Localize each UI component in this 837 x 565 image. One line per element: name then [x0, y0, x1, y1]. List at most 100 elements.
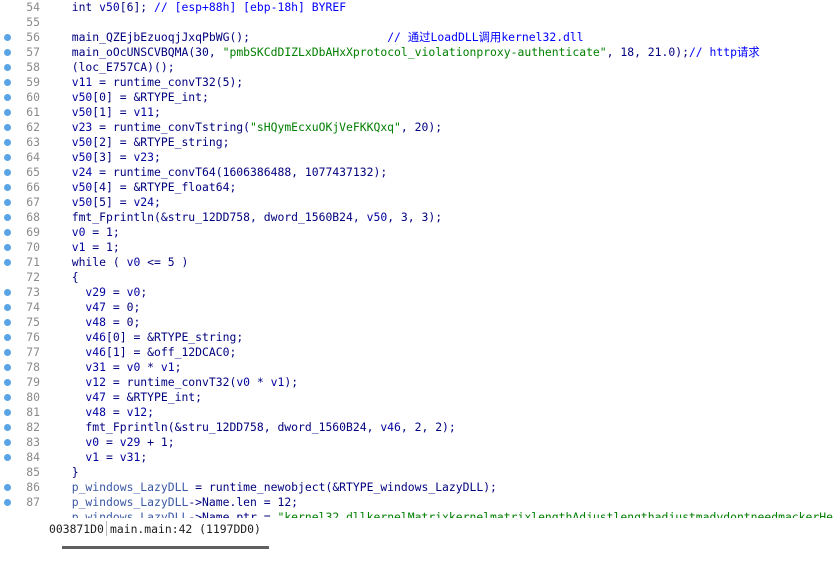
code-token-kw: int — [58, 0, 100, 14]
code-line[interactable]: v29 = v0; — [44, 285, 837, 300]
code-line[interactable]: p_windows_LazyDLL->Name.len = 12; — [44, 495, 837, 510]
code-line[interactable]: v47 = &RTYPE_int; — [44, 390, 837, 405]
code-line[interactable]: v50[3] = v23; — [44, 150, 837, 165]
code-line[interactable]: v0 = 1; — [44, 225, 837, 240]
code-line[interactable]: fmt_Fprintln(&stru_12DD758, dword_1560B2… — [44, 210, 837, 225]
code-token-lvar: v11 — [58, 75, 93, 89]
code-line[interactable]: fmt_Fprintln(&stru_12DD758, dword_1560B2… — [44, 420, 837, 435]
code-token-sym: = 1; — [85, 225, 120, 239]
code-token-fn: main_QZEjbEzuoqjJxqPbWG — [58, 30, 230, 44]
code-text: v46[1] = &off_12DCAC0; — [58, 345, 236, 360]
line-number: 67 — [26, 195, 40, 209]
code-token-lvar: v50 — [58, 90, 93, 104]
code-text: fmt_Fprintln(&stru_12DD758, dword_1560B2… — [58, 420, 455, 435]
code-line[interactable]: main_QZEjbEzuoqjJxqPbWG(); // 通过LoadDLL调… — [44, 30, 837, 45]
code-text: v50[1] = v11; — [58, 105, 161, 120]
code-token-sym: = — [106, 285, 127, 299]
code-token-sym: [6]; — [119, 0, 155, 14]
code-text: v47 = 0; — [58, 300, 140, 315]
line-number: 66 — [26, 180, 40, 194]
code-line[interactable]: v50[4] = &RTYPE_float64; — [44, 180, 837, 195]
code-line[interactable]: while ( v0 <= 5 ) — [44, 255, 837, 270]
line-number: 80 — [26, 390, 40, 404]
code-line[interactable]: int v50[6]; // [esp+88h] [ebp-18h] BYREF — [44, 0, 837, 15]
horizontal-scrollbar[interactable] — [44, 540, 837, 565]
code-text: { — [58, 270, 79, 285]
line-number: 56 — [26, 30, 40, 44]
code-line[interactable]: v46[1] = &off_12DCAC0; — [44, 345, 837, 360]
status-location: main.main:42 (1197DD0) — [110, 522, 261, 536]
code-line[interactable]: v31 = v0 * v1; — [44, 360, 837, 375]
code-line[interactable]: v1 = v31; — [44, 450, 837, 465]
code-token-cmt: // 通过LoadDLL调用kernel32.dll — [387, 30, 584, 44]
code-token-sym: = runtime_newobject(&RTYPE_windows_LazyD… — [188, 480, 497, 494]
code-token-lvar: v1 — [58, 450, 100, 464]
code-line[interactable]: v48 = 0; — [44, 315, 837, 330]
code-line[interactable]: (loc_E757CA)(); — [44, 60, 837, 75]
code-line[interactable] — [44, 15, 837, 30]
code-line[interactable]: v23 = runtime_convTstring("sHQymEcxuOKjV… — [44, 120, 837, 135]
code-token-lvar: v23 — [133, 150, 155, 164]
code-line[interactable]: v46[0] = &RTYPE_string; — [44, 330, 837, 345]
code-text: (loc_E757CA)(); — [58, 60, 175, 75]
code-text: } — [58, 465, 79, 480]
code-line[interactable]: v50[0] = &RTYPE_int; — [44, 90, 837, 105]
code-line[interactable]: v0 = v29 + 1; — [44, 435, 837, 450]
code-line[interactable]: v50[1] = v11; — [44, 105, 837, 120]
code-line[interactable]: v50[5] = v24; — [44, 195, 837, 210]
code-text: v48 = v12; — [58, 405, 154, 420]
code-line[interactable]: v47 = 0; — [44, 300, 837, 315]
line-number: 58 — [26, 60, 40, 74]
code-text: v48 = 0; — [58, 315, 140, 330]
line-number: 74 — [26, 300, 40, 314]
code-token-cmt: // [esp+88h] [ebp-18h] BYREF — [154, 0, 347, 14]
code-text: v11 = runtime_convT32(5); — [58, 75, 243, 90]
code-line[interactable]: main_oOcUNSCVBQMA(30, "pmbSKCdDIZLxDbAHx… — [44, 45, 837, 60]
code-token-sym: ; — [174, 360, 182, 374]
code-token-lvar: v12 — [126, 405, 148, 419]
code-line[interactable]: } — [44, 465, 837, 480]
code-text: v0 = v29 + 1; — [58, 435, 174, 450]
line-number: 73 — [26, 285, 40, 299]
code-token-sym: , 3, 3); — [387, 210, 443, 224]
code-text: v50[4] = &RTYPE_float64; — [58, 180, 237, 195]
code-text: v0 = 1; — [58, 225, 120, 240]
line-number — [0, 510, 40, 525]
scrollbar-thumb[interactable] — [62, 546, 269, 549]
code-line[interactable]: v48 = v12; — [44, 405, 837, 420]
code-line[interactable]: v12 = runtime_convT32(v0 * v1); — [44, 375, 837, 390]
code-token-gvar: p_windows_LazyDLL — [58, 495, 189, 509]
code-token-str: "kernel32.dllkernelMatrixkernelmatrixlen… — [277, 510, 833, 518]
code-token-kw: while — [58, 255, 107, 269]
code-line[interactable]: v50[2] = &RTYPE_string; — [44, 135, 837, 150]
code-text: p_windows_LazyDLL = runtime_newobject(&R… — [58, 480, 497, 495]
code-token-sym: [2] = &RTYPE_string; — [92, 135, 230, 149]
code-token-sym: [3] = — [92, 150, 134, 164]
code-token-sym: ); — [284, 375, 299, 389]
code-token-sym: ; — [154, 195, 161, 209]
code-token-lvar: v24 — [58, 165, 93, 179]
code-text: v46[0] = &RTYPE_string; — [58, 330, 243, 345]
line-number: 76 — [26, 330, 40, 344]
code-token-sym: ; — [154, 105, 161, 119]
code-line[interactable]: p_windows_LazyDLL->Name.ptr = "kernel32.… — [44, 510, 837, 518]
code-line[interactable]: v24 = runtime_convT64(1606386488, 107743… — [44, 165, 837, 180]
pseudocode-view[interactable]: int v50[6]; // [esp+88h] [ebp-18h] BYREF… — [44, 0, 837, 518]
code-line[interactable]: v11 = runtime_convT32(5); — [44, 75, 837, 90]
code-line[interactable]: p_windows_LazyDLL = runtime_newobject(&R… — [44, 480, 837, 495]
code-line[interactable]: v1 = 1; — [44, 240, 837, 255]
code-token-sym: = — [106, 360, 127, 374]
code-token-sym: = — [99, 435, 120, 449]
line-number: 75 — [26, 315, 40, 329]
code-token-sym: <= 5 ) — [140, 255, 189, 269]
code-token-lvar: v47 — [58, 390, 107, 404]
code-token-sym: * — [140, 360, 161, 374]
code-token-lvar: v46 — [58, 330, 107, 344]
code-text: v12 = runtime_convT32(v0 * v1); — [58, 375, 298, 390]
line-number: 85 — [26, 465, 40, 479]
code-token-sym: ; — [140, 285, 148, 299]
code-token-sym: ->Name.ptr = — [188, 510, 278, 518]
code-line[interactable]: { — [44, 270, 837, 285]
code-token-lvar: v1 — [270, 375, 285, 389]
code-token-lvar: v1 — [58, 240, 86, 254]
